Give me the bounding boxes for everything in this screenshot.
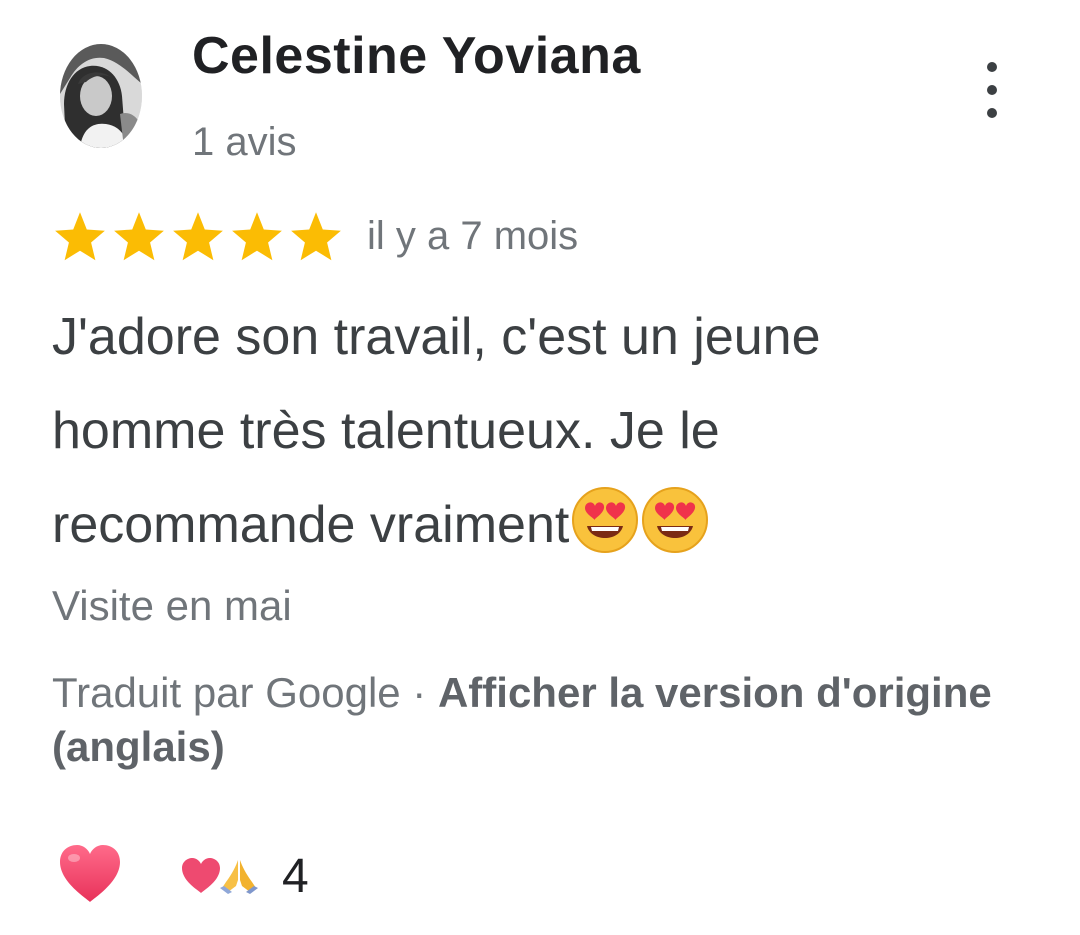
review-text-line-2: homme très talentueux. Je le [52, 402, 720, 460]
heart-icon [60, 845, 120, 902]
review-text: J'adore son travail, c'est un jeune homm… [52, 290, 1012, 572]
avatar-photo [60, 44, 142, 148]
star-rating [52, 210, 347, 262]
star-icon [173, 212, 223, 261]
more-vert-icon-dot [987, 108, 997, 118]
reaction-summary[interactable]: 4 [180, 846, 309, 906]
author-avatar[interactable] [60, 44, 142, 148]
review-date: il y a 7 mois [367, 213, 579, 258]
star-icon [232, 212, 282, 261]
heart-eyes-emoji-icon [642, 487, 709, 553]
star-icon [291, 212, 341, 261]
visit-date: Visite en mai [52, 582, 292, 629]
more-vert-icon-dot [987, 85, 997, 95]
more-options-button[interactable] [972, 62, 1012, 118]
like-button[interactable] [56, 842, 124, 906]
author-name[interactable]: Celestine Yoviana [192, 26, 641, 86]
author-review-count: 1 avis [192, 120, 297, 164]
review-text-line-3: recommande vraiment [52, 496, 570, 554]
rating-row: il y a 7 mois [52, 208, 578, 264]
translation-notice: Traduit par Google · Afficher la version… [52, 666, 1012, 774]
praying-hands-icon [220, 860, 258, 894]
heart-eyes-emoji-icon [572, 487, 639, 553]
translation-prefix: Traduit par Google · [52, 669, 438, 716]
star-icon [114, 212, 164, 261]
reaction-count: 4 [282, 849, 309, 903]
star-icon [55, 212, 105, 261]
review-text-line-1: J'adore son travail, c'est un jeune [52, 308, 821, 366]
heart-icon [182, 858, 220, 893]
more-vert-icon [987, 62, 997, 72]
